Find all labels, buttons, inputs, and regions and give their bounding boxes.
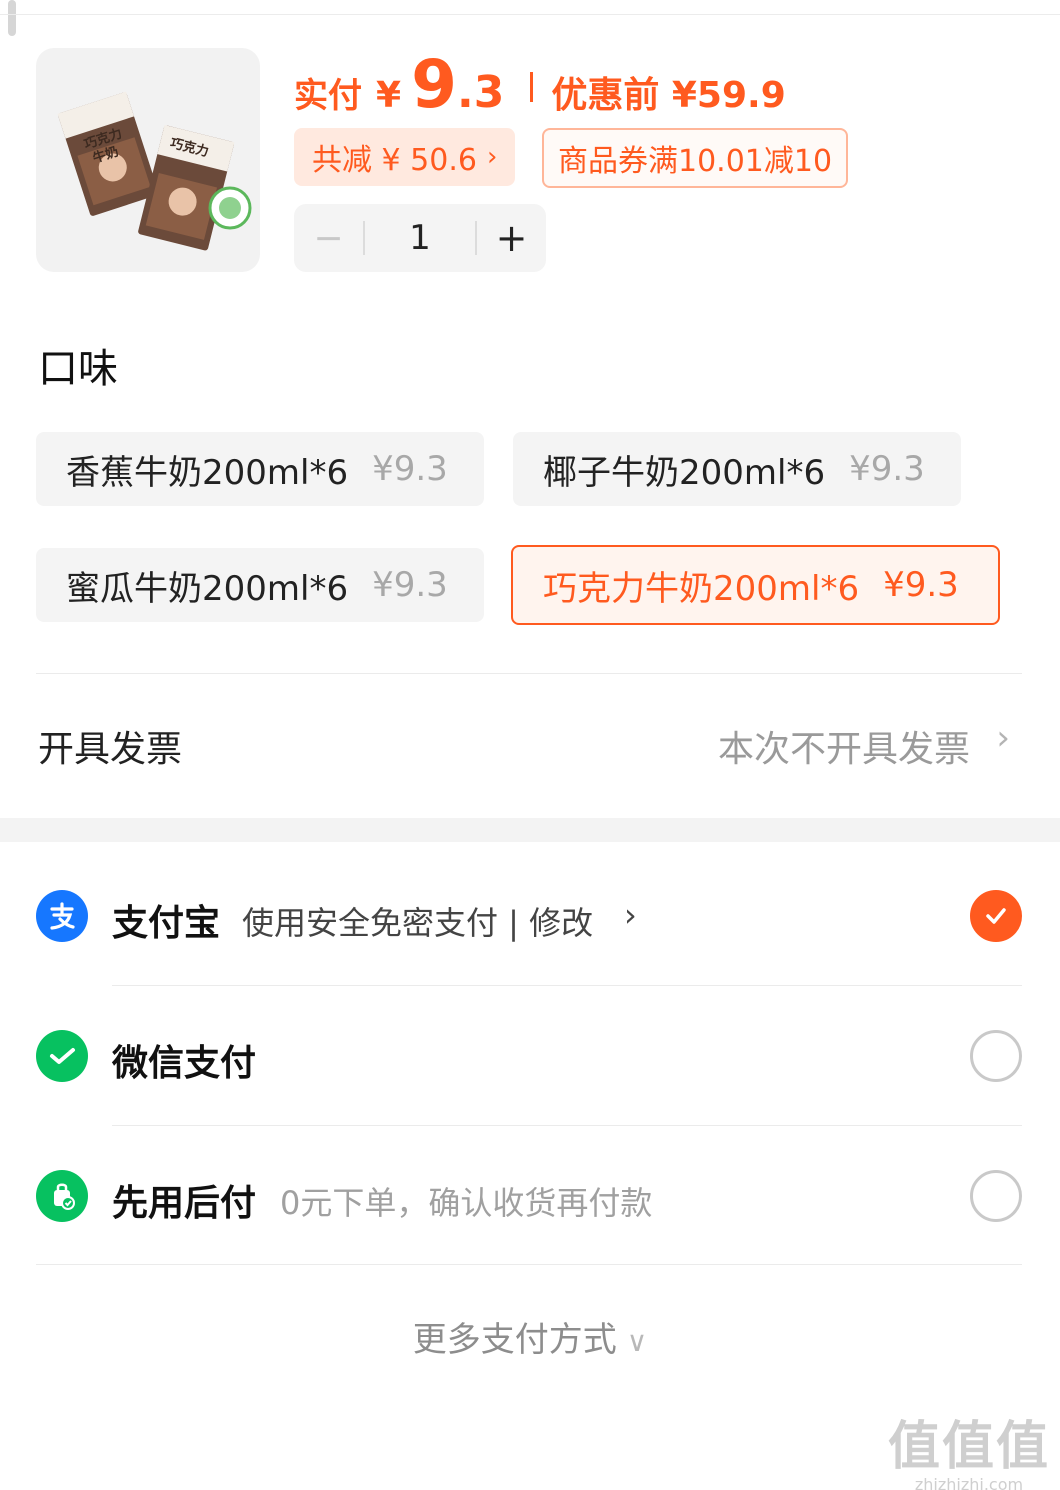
- option-name: 香蕉牛奶200ml*6: [66, 452, 349, 493]
- decrease-button[interactable]: −: [294, 204, 363, 272]
- pay-later-icon: [36, 1170, 88, 1222]
- chevron-down-icon: ∨: [626, 1325, 648, 1358]
- divider: [36, 1264, 1022, 1265]
- price-row: 实付 ¥ 9 .3 优惠前 ¥59.9: [294, 52, 786, 122]
- wechat-pay-radio[interactable]: [970, 1030, 1022, 1082]
- paid-amount-integer: 9: [411, 46, 457, 123]
- price-separator: [530, 72, 534, 102]
- coupon-text: 商品券满10.01减10: [558, 144, 833, 179]
- increase-button[interactable]: +: [477, 204, 546, 272]
- currency-symbol: ¥: [376, 75, 402, 116]
- watermark: 值值值 zhizhizhi.com: [888, 1404, 1050, 1490]
- alipay-icon: [36, 890, 88, 942]
- product-image[interactable]: 巧克力 牛奶 巧克力: [36, 48, 260, 272]
- option-name: 蜜瓜牛奶200ml*6: [66, 568, 349, 609]
- price-before-discount: 优惠前 ¥59.9: [551, 75, 786, 116]
- flavor-option-chocolate[interactable]: 巧克力牛奶200ml*6 ¥9.3: [511, 545, 1000, 625]
- invoice-label: 开具发票: [38, 729, 183, 770]
- alipay-desc[interactable]: 使用安全免密支付 | 修改: [242, 898, 593, 944]
- chevron-right-icon: ›: [486, 142, 498, 172]
- divider: [36, 673, 1022, 674]
- milk-carton-illustration: 巧克力 牛奶 巧克力: [57, 91, 252, 251]
- wechat-pay-icon: [36, 1030, 88, 1082]
- alipay-radio[interactable]: [970, 890, 1022, 942]
- top-divider: [0, 14, 1060, 15]
- check-icon: [986, 908, 1006, 924]
- coupon-badge: 商品券满10.01减10: [542, 128, 849, 188]
- pay-later-radio[interactable]: [970, 1170, 1022, 1222]
- paid-label: 实付: [294, 76, 362, 116]
- flavor-option-banana[interactable]: 香蕉牛奶200ml*6 ¥9.3: [36, 432, 484, 506]
- invoice-value[interactable]: 本次不开具发票: [718, 720, 970, 772]
- more-payment-methods[interactable]: 更多支付方式 ∨: [0, 1312, 1060, 1361]
- total-discount-badge[interactable]: 共减 ¥ 50.6 ›: [294, 128, 516, 186]
- watermark-logo: 值值值: [887, 1417, 1050, 1477]
- flavor-option-melon[interactable]: 蜜瓜牛奶200ml*6 ¥9.3: [36, 548, 484, 622]
- alipay-name: 支付宝: [112, 903, 221, 944]
- total-discount-text: 共减 ¥ 50.6: [312, 143, 477, 178]
- quantity-value[interactable]: 1: [365, 204, 475, 272]
- option-name: 巧克力牛奶200ml*6: [543, 568, 860, 609]
- flavor-option-coconut[interactable]: 椰子牛奶200ml*6 ¥9.3: [513, 432, 961, 506]
- more-payment-label: 更多支付方式: [412, 1320, 617, 1360]
- divider: [112, 1125, 1022, 1126]
- quantity-stepper: − 1 +: [294, 204, 546, 272]
- option-price: ¥9.3: [372, 449, 448, 489]
- flavor-title: 口味: [38, 346, 118, 392]
- paid-amount-decimal: .3: [457, 67, 505, 118]
- option-name: 椰子牛奶200ml*6: [543, 452, 826, 493]
- divider: [112, 985, 1022, 986]
- chevron-right-icon[interactable]: ›: [624, 896, 637, 934]
- pay-later-desc: 0元下单，确认收货再付款: [280, 1184, 653, 1222]
- section-gap: [0, 818, 1060, 842]
- scroll-indicator: [8, 0, 16, 36]
- wechat-pay-name: 微信支付: [112, 1043, 257, 1084]
- option-price: ¥9.3: [372, 565, 448, 605]
- chevron-right-icon[interactable]: ›: [996, 718, 1010, 758]
- pay-later-name: 先用后付: [112, 1183, 257, 1224]
- option-price: ¥9.3: [849, 449, 925, 489]
- option-price: ¥9.3: [883, 565, 959, 605]
